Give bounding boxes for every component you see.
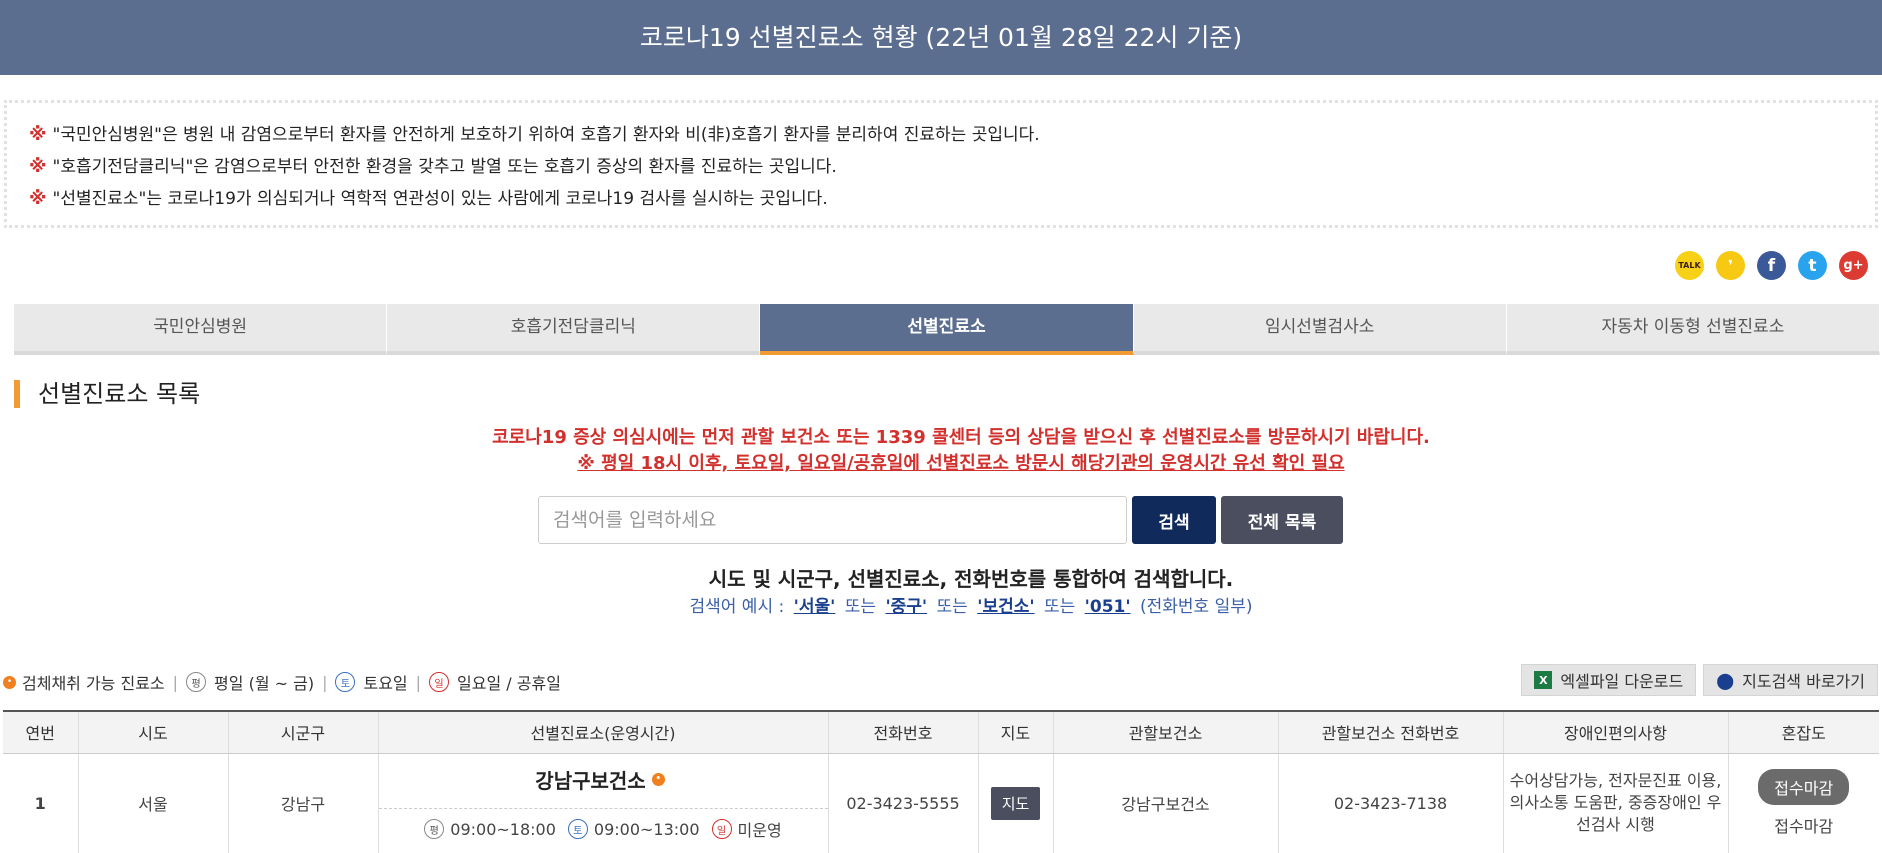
sigungu-cell: 강남구: [228, 753, 379, 853]
sido-cell: 서울: [78, 753, 229, 853]
column-header: 시도: [78, 710, 229, 754]
health-center-phone-cell: 02-3423-7138: [1278, 753, 1504, 853]
notice-line: ※ "국민안심병원"은 병원 내 감염으로부터 환자를 안전하게 보호하기 위하여…: [29, 124, 1040, 145]
center-name: 강남구보건소 •: [535, 765, 670, 794]
screening-center-table: 연번 시도 시군구 선별진료소(운영시간) 전화번호 지도 관할보건소 관할보건…: [3, 710, 1879, 853]
weekday-icon: 평: [186, 672, 207, 692]
search-input[interactable]: [538, 496, 1127, 544]
congestion-badge: 접수마감: [1758, 769, 1850, 806]
specimen-dot-icon: •: [651, 773, 665, 787]
facebook-icon[interactable]: f: [1757, 251, 1786, 280]
table-row: 1 서울 강남구 강남구보건소 • 평 09:00~18:00 토 09:00~…: [3, 753, 1879, 853]
tool-buttons: X 엑셀파일 다운로드 ⬤ 지도검색 바로가기: [1521, 664, 1878, 696]
sunday-icon: 일: [429, 672, 450, 692]
map-button[interactable]: 지도: [990, 786, 1041, 820]
warning-line: 코로나19 증상 의심시에는 먼저 관할 보건소 또는 1339 콜센터 등의 …: [492, 427, 1430, 448]
map-cell: 지도: [978, 753, 1054, 853]
column-header: 관할보건소 전화번호: [1278, 710, 1504, 754]
disability-cell: 수어상담가능, 전자문진표 이용, 의사소통 도움판, 중증장애인 우선검사 시…: [1503, 753, 1729, 853]
example-link[interactable]: '051': [1085, 597, 1131, 617]
divider: |: [172, 672, 179, 692]
search-example: 검색어 예시 : '서울' 또는 '중구' 또는 '보건소' 또는 '051' …: [689, 597, 1253, 617]
excel-icon: X: [1534, 671, 1553, 689]
kakaotalk-icon[interactable]: TALK: [1675, 251, 1704, 280]
search-button[interactable]: 검색: [1132, 496, 1216, 544]
excel-download-button[interactable]: X 엑셀파일 다운로드: [1521, 664, 1697, 696]
congestion-cell: 접수마감 접수마감: [1728, 753, 1879, 853]
table-header-row: 연번 시도 시군구 선별진료소(운영시간) 전화번호 지도 관할보건소 관할보건…: [3, 710, 1879, 754]
example-link[interactable]: '보건소': [977, 597, 1034, 617]
notice-box: ※ "국민안심병원"은 병원 내 감염으로부터 환자를 안전하게 보호하기 위하여…: [4, 100, 1878, 228]
page-header: 코로나19 선별진료소 현황 (22년 01월 28일 22시 기준): [0, 0, 1882, 75]
center-cell: 강남구보건소 • 평 09:00~18:00 토 09:00~13:00 일 미…: [378, 753, 829, 853]
sunday-icon: 일: [711, 819, 732, 840]
googleplus-icon[interactable]: g+: [1839, 251, 1868, 280]
column-header: 장애인편의사항: [1503, 710, 1729, 754]
column-header: 전화번호: [828, 710, 979, 754]
notice-line: ※ "선별진료소"는 코로나19가 의심되거나 역학적 연관성이 있는 사람에게 …: [29, 188, 828, 209]
tab-respiratory-clinic[interactable]: 호흡기전담클리닉: [387, 304, 761, 355]
center-hours: 평 09:00~18:00 토 09:00~13:00 일 미운영: [378, 808, 828, 841]
column-header: 지도: [978, 710, 1054, 754]
row-number: 1: [3, 753, 79, 853]
warning-line-hours: ※ 평일 18시 이후, 토요일, 일요일/공휴일에 선별진료소 방문시 해당기…: [577, 453, 1345, 474]
example-link[interactable]: '중구': [885, 597, 927, 617]
phone-cell: 02-3423-5555: [828, 753, 979, 853]
category-tabs: 국민안심병원 호흡기전담클리닉 선별진료소 임시선별검사소 자동차 이동형 선별…: [14, 304, 1881, 355]
column-header: 혼잡도: [1728, 710, 1879, 754]
page-title: 코로나19 선별진료소 현황 (22년 01월 28일 22시 기준): [639, 23, 1243, 52]
tab-temporary-testing[interactable]: 임시선별검사소: [1133, 304, 1507, 355]
map-search-button[interactable]: ⬤ 지도검색 바로가기: [1703, 664, 1878, 696]
legend: • 검체채취 가능 진료소 | 평 평일 (월 ~ 금) | 토 토요일 | 일…: [3, 670, 561, 694]
tab-drive-through[interactable]: 자동차 이동형 선별진료소: [1506, 304, 1881, 355]
disability-text: 수어상담가능, 전자문진표 이용, 의사소통 도움판, 중증장애인 우선검사 시…: [1509, 771, 1722, 835]
column-header: 연번: [3, 710, 79, 754]
saturday-icon: 토: [335, 672, 356, 692]
reference-mark-icon: ※: [29, 156, 47, 177]
column-header: 관할보건소: [1053, 710, 1279, 754]
tab-screening-center[interactable]: 선별진료소: [760, 304, 1134, 355]
map-pin-icon: ⬤: [1716, 670, 1735, 690]
section-title: 선별진료소 목록: [14, 380, 200, 408]
reference-mark-icon: ※: [29, 188, 47, 209]
example-link[interactable]: '서울': [794, 597, 836, 617]
divider: |: [322, 672, 328, 692]
reference-mark-icon: ※: [29, 124, 47, 145]
search-description: 시도 및 시군구, 선별진료소, 전화번호를 통합하여 검색합니다.: [708, 567, 1234, 591]
all-list-button[interactable]: 전체 목록: [1221, 496, 1343, 544]
column-header: 시군구: [228, 710, 379, 754]
share-buttons: TALK ❜ f t g+: [1675, 251, 1868, 280]
column-header: 선별진료소(운영시간): [378, 710, 829, 754]
divider: |: [415, 672, 422, 692]
twitter-icon[interactable]: t: [1798, 251, 1827, 280]
health-center-cell: 강남구보건소: [1053, 753, 1279, 853]
congestion-text: 접수마감: [1774, 817, 1834, 837]
weekday-icon: 평: [424, 819, 445, 840]
saturday-icon: 토: [567, 819, 588, 840]
kakaostory-icon[interactable]: ❜: [1716, 251, 1745, 280]
notice-line: ※ "호흡기전담클리닉"은 감염으로부터 안전한 환경을 갖추고 발열 또는 호흡…: [29, 156, 837, 177]
specimen-dot-icon: •: [3, 675, 16, 689]
tab-safe-hospital[interactable]: 국민안심병원: [14, 304, 388, 355]
